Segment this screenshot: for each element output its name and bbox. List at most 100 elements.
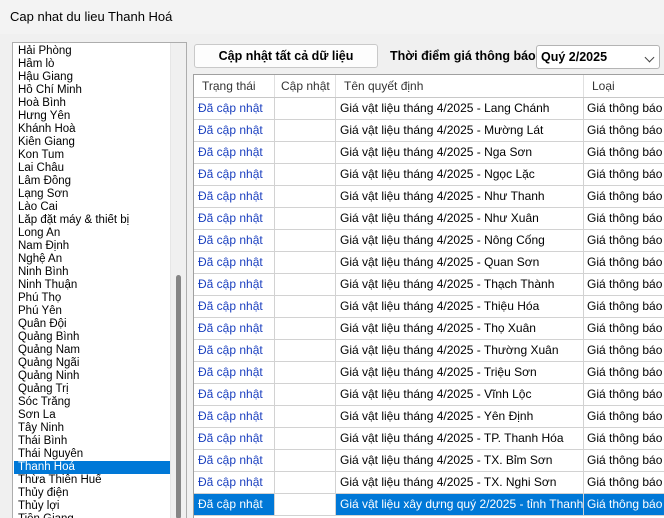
cell-update[interactable] [275, 340, 336, 362]
cell-decision-name[interactable]: Giá vật liệu tháng 4/2025 - Ngọc Lặc [336, 164, 584, 186]
cell-status[interactable]: Đã cập nhật [194, 318, 275, 340]
table-row[interactable]: Đã cập nhật Giá vật liệu tháng 4/2025 - N… [194, 208, 664, 230]
province-list-item[interactable]: Hải Phòng [14, 45, 170, 58]
cell-update[interactable] [275, 164, 336, 186]
province-list-item[interactable]: Thái Bình [14, 435, 170, 448]
cell-update[interactable] [275, 362, 336, 384]
cell-status[interactable]: Đã cập nhật [194, 186, 275, 208]
cell-decision-name[interactable]: Giá vật liệu tháng 4/2025 - Lang Chánh [336, 98, 584, 120]
province-list-item[interactable]: Hậu Giang [14, 71, 170, 84]
province-list-item[interactable]: Thanh Hoá [14, 461, 170, 474]
cell-decision-name[interactable]: Giá vật liệu tháng 4/2025 - Như Xuân [336, 208, 584, 230]
column-header-type[interactable]: Loại [584, 75, 664, 97]
province-list-scroll-thumb[interactable] [176, 275, 181, 518]
cell-type[interactable]: Giá thông báo [584, 384, 664, 406]
cell-update[interactable] [275, 296, 336, 318]
cell-decision-name[interactable]: Giá vật liệu tháng 4/2025 - TP. Thanh Hó… [336, 428, 584, 450]
table-row[interactable]: Đã cập nhật Giá vật liệu tháng 4/2025 - T… [194, 318, 664, 340]
cell-status[interactable]: Đã cập nhật [194, 494, 275, 516]
cell-type[interactable]: Giá thông báo [584, 362, 664, 384]
province-list-item[interactable]: Kiên Giang [14, 136, 170, 149]
cell-decision-name[interactable]: Giá vật liệu tháng 4/2025 - Như Thanh [336, 186, 584, 208]
cell-type[interactable]: Giá thông báo [584, 428, 664, 450]
cell-update[interactable] [275, 384, 336, 406]
province-list-item[interactable]: Lai Châu [14, 162, 170, 175]
cell-update[interactable] [275, 186, 336, 208]
province-list-item[interactable]: Thủy lợi [14, 500, 170, 513]
province-list-item[interactable]: Hưng Yên [14, 110, 170, 123]
table-row[interactable]: Đã cập nhật Giá vật liệu tháng 4/2025 - N… [194, 142, 664, 164]
table-row[interactable]: Đã cập nhật Giá vật liệu tháng 4/2025 - T… [194, 296, 664, 318]
cell-decision-name[interactable]: Giá vật liệu xây dựng quý 2/2025 - tỉnh … [336, 494, 584, 516]
cell-type[interactable]: Giá thông báo [584, 472, 664, 494]
cell-update[interactable] [275, 318, 336, 340]
province-list-item[interactable]: Khánh Hoà [14, 123, 170, 136]
cell-type[interactable]: Giá thông báo [584, 252, 664, 274]
province-list-item[interactable]: Hoà Bình [14, 97, 170, 110]
cell-type[interactable]: Giá thông báo [584, 186, 664, 208]
table-row[interactable]: Đã cập nhật Giá vật liệu tháng 4/2025 - L… [194, 98, 664, 120]
province-list-item[interactable]: Tiền Giang [14, 513, 170, 518]
column-header-decision-name[interactable]: Tên quyết định [336, 75, 584, 97]
table-row[interactable]: Đã cập nhật Giá vật liệu tháng 4/2025 - V… [194, 384, 664, 406]
cell-status[interactable]: Đã cập nhật [194, 450, 275, 472]
cell-decision-name[interactable]: Giá vật liệu tháng 4/2025 - Nga Sơn [336, 142, 584, 164]
table-row[interactable]: Đã cập nhật Giá vật liệu tháng 4/2025 - T… [194, 472, 664, 494]
table-row[interactable]: Đã cập nhật Giá vật liệu tháng 4/2025 - N… [194, 164, 664, 186]
cell-type[interactable]: Giá thông báo [584, 406, 664, 428]
province-list-item[interactable]: Thủy điện [14, 487, 170, 500]
table-row[interactable]: Đã cập nhật Giá vật liệu tháng 4/2025 - T… [194, 450, 664, 472]
province-list-item[interactable]: Quảng Ngãi [14, 357, 170, 370]
table-row[interactable]: Đã cập nhật Giá vật liệu tháng 4/2025 - N… [194, 230, 664, 252]
cell-update[interactable] [275, 142, 336, 164]
province-list-item[interactable]: Ninh Thuận [14, 279, 170, 292]
cell-type[interactable]: Giá thông báo [584, 494, 664, 516]
cell-update[interactable] [275, 98, 336, 120]
province-list-item[interactable]: Quảng Nam [14, 344, 170, 357]
cell-update[interactable] [275, 274, 336, 296]
cell-type[interactable]: Giá thông báo [584, 164, 664, 186]
cell-type[interactable]: Giá thông báo [584, 98, 664, 120]
province-list-item[interactable]: Hầm lò [14, 58, 170, 71]
table-row[interactable]: Đã cập nhật Giá vật liệu tháng 4/2025 - T… [194, 362, 664, 384]
province-list-item[interactable]: Sóc Trăng [14, 396, 170, 409]
cell-type[interactable]: Giá thông báo [584, 120, 664, 142]
cell-type[interactable]: Giá thông báo [584, 274, 664, 296]
cell-status[interactable]: Đã cập nhật [194, 98, 275, 120]
table-row[interactable]: Đã cập nhật Giá vật liệu tháng 4/2025 - T… [194, 340, 664, 362]
province-list-scrollbar[interactable] [170, 43, 186, 518]
cell-decision-name[interactable]: Giá vật liệu tháng 4/2025 - TX. Bỉm Sơn [336, 450, 584, 472]
cell-status[interactable]: Đã cập nhật [194, 230, 275, 252]
cell-decision-name[interactable]: Giá vật liệu tháng 4/2025 - Thọ Xuân [336, 318, 584, 340]
table-row[interactable]: Đã cập nhật Giá vật liệu tháng 4/2025 - M… [194, 120, 664, 142]
cell-decision-name[interactable]: Giá vật liệu tháng 4/2025 - Mường Lát [336, 120, 584, 142]
province-list-item[interactable]: Quảng Bình [14, 331, 170, 344]
cell-update[interactable] [275, 428, 336, 450]
cell-status[interactable]: Đã cập nhật [194, 142, 275, 164]
province-list-item[interactable]: Quảng Ninh [14, 370, 170, 383]
province-list-item[interactable]: Thái Nguyên [14, 448, 170, 461]
province-list-item[interactable]: Lắp đặt máy & thiết bị [14, 214, 170, 227]
column-header-status[interactable]: Trạng thái [194, 75, 275, 97]
cell-status[interactable]: Đã cập nhật [194, 428, 275, 450]
province-list-item[interactable]: Quân Đội [14, 318, 170, 331]
province-list-item[interactable]: Lạng Sơn [14, 188, 170, 201]
cell-type[interactable]: Giá thông báo [584, 318, 664, 340]
cell-update[interactable] [275, 252, 336, 274]
cell-status[interactable]: Đã cập nhật [194, 296, 275, 318]
province-list-item[interactable]: Lâm Đồng [14, 175, 170, 188]
table-row[interactable]: Đã cập nhật Giá vật liệu tháng 4/2025 - Q… [194, 252, 664, 274]
cell-status[interactable]: Đã cập nhật [194, 274, 275, 296]
province-list-item[interactable]: Lào Cai [14, 201, 170, 214]
cell-status[interactable]: Đã cập nhật [194, 472, 275, 494]
province-list-item[interactable]: Nghệ An [14, 253, 170, 266]
province-list-item[interactable]: Kon Tum [14, 149, 170, 162]
province-list-item[interactable]: Sơn La [14, 409, 170, 422]
province-list-item[interactable]: Thừa Thiên Huế [14, 474, 170, 487]
cell-type[interactable]: Giá thông báo [584, 208, 664, 230]
province-list-item[interactable]: Quảng Trị [14, 383, 170, 396]
cell-update[interactable] [275, 120, 336, 142]
decisions-grid[interactable]: Trạng thái Cập nhật Tên quyết định Loại … [193, 74, 664, 518]
cell-decision-name[interactable]: Giá vật liệu tháng 4/2025 - Nông Cống [336, 230, 584, 252]
cell-decision-name[interactable]: Giá vật liệu tháng 4/2025 - Thạch Thành [336, 274, 584, 296]
